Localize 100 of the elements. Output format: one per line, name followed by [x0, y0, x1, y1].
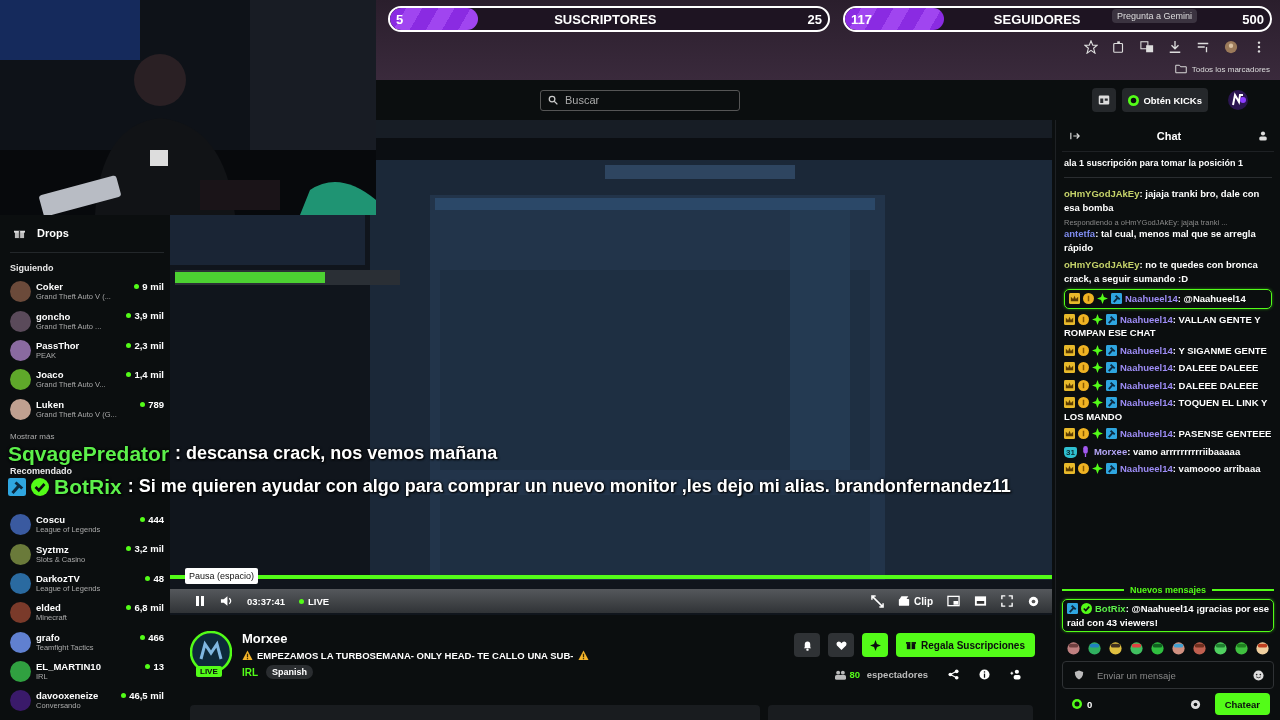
- goal-target: 500: [1242, 11, 1264, 27]
- volume-icon[interactable]: [220, 595, 233, 607]
- stream-time: 03:37:41: [247, 595, 286, 607]
- channel-name[interactable]: elded: [36, 602, 122, 614]
- chat-message: antetfa: tal cual, menos mal que se arregla rápido: [1064, 227, 1257, 254]
- goal-label: SUSCRIPTORES: [554, 11, 657, 27]
- sparkle-icon: [1092, 463, 1103, 474]
- emote-icon[interactable]: [1255, 640, 1270, 655]
- gemini-hint[interactable]: Pregunta a Gemini: [1112, 9, 1198, 23]
- viewer-count: 3,9 mil: [126, 306, 164, 322]
- channel-name[interactable]: DarkozTV: [36, 572, 141, 584]
- chat-message: Naahueel14: Y SIGANME GENTE: [1064, 343, 1272, 357]
- chat-title: Chat: [1156, 129, 1182, 142]
- viewer-count: 9 mil: [134, 277, 164, 292]
- collapse-icon[interactable]: [1070, 130, 1080, 141]
- users-icon[interactable]: [1010, 669, 1021, 680]
- emote-icon[interactable]: [1213, 640, 1228, 655]
- channel-name[interactable]: EL_MARTIN10: [36, 661, 141, 673]
- subscribe-button[interactable]: [862, 633, 889, 657]
- bookmarks-link[interactable]: Todos los marcadores: [1174, 64, 1270, 74]
- channel-avatar[interactable]: [10, 369, 31, 391]
- profile-icon[interactable]: [1224, 40, 1238, 54]
- star-icon[interactable]: [1084, 40, 1098, 54]
- channel-name[interactable]: Coscu: [36, 514, 136, 526]
- channel-name[interactable]: davooxeneize: [36, 690, 117, 702]
- emote-icon[interactable]: [1150, 640, 1165, 655]
- emote-icon[interactable]: [1234, 640, 1249, 655]
- live-badge: LIVE: [196, 666, 222, 677]
- emoji-icon[interactable]: [1253, 669, 1264, 681]
- viewer-count: 789: [140, 394, 164, 410]
- user-avatar[interactable]: [1228, 90, 1248, 110]
- emote-icon[interactable]: [1171, 640, 1186, 655]
- emote-icon[interactable]: [1108, 640, 1123, 655]
- users-icon[interactable]: [1258, 130, 1268, 141]
- viewer-count: 2,3 mil: [126, 335, 164, 351]
- share-icon[interactable]: [948, 669, 959, 680]
- sparkle-icon: [1092, 344, 1103, 356]
- viewer-count: 444: [140, 509, 164, 525]
- kick-coin-icon: [1072, 699, 1082, 709]
- goal-count: 5: [396, 11, 404, 27]
- theater-icon[interactable]: [974, 595, 987, 607]
- channel-name[interactable]: Syztmz: [36, 543, 122, 555]
- hammer-icon: [1106, 313, 1117, 325]
- notifications-button[interactable]: [794, 633, 821, 657]
- viewer-count: 46,5 mil: [121, 686, 164, 702]
- emote-icon[interactable]: [1066, 640, 1081, 655]
- show-more-link[interactable]: Mostrar más: [10, 431, 164, 442]
- extension-icon[interactable]: [1112, 40, 1126, 54]
- category-link[interactable]: IRL: [242, 666, 259, 678]
- sparkle-icon: [869, 639, 881, 651]
- picture-in-picture-icon[interactable]: [947, 595, 960, 607]
- live-indicator: LIVE: [299, 595, 330, 607]
- channel-name[interactable]: Luken: [36, 398, 136, 410]
- sparkle-icon: [1092, 397, 1103, 408]
- crown-icon: [1064, 463, 1075, 474]
- hammer-icon: [1111, 293, 1122, 304]
- translate-icon[interactable]: [1140, 40, 1154, 54]
- crown-icon: [1064, 428, 1075, 439]
- subscriber-badge: 31: [1064, 446, 1077, 458]
- goal-label: SEGUIDORES: [993, 11, 1081, 27]
- send-button[interactable]: Chatear: [1214, 693, 1270, 715]
- message-field[interactable]: Enviar un mensaje: [1062, 661, 1274, 689]
- tooltip: Pausa (espacio): [185, 568, 259, 584]
- emote-icon[interactable]: [1087, 640, 1102, 655]
- channel-avatar[interactable]: [190, 631, 232, 673]
- fullscreen-icon[interactable]: [1001, 595, 1013, 607]
- channel-name[interactable]: Coker: [36, 281, 130, 293]
- viewer-count: 3,2 mil: [126, 539, 164, 555]
- expand-icon[interactable]: [871, 594, 885, 608]
- emote-icon[interactable]: [1129, 640, 1144, 655]
- channel-avatar[interactable]: [10, 398, 31, 420]
- streamer-name[interactable]: Morxee: [242, 631, 785, 646]
- channel-name[interactable]: PassThor: [36, 339, 122, 351]
- channel-name[interactable]: goncho: [36, 310, 122, 322]
- layout-button[interactable]: [1092, 88, 1117, 112]
- drops-link[interactable]: Drops: [10, 222, 164, 244]
- sparkle-icon: [1092, 362, 1103, 373]
- coin-icon: [1078, 397, 1089, 408]
- viewer-count: 80 espectadores: [834, 669, 928, 680]
- gift-subs-button[interactable]: Regala Suscripciones: [896, 633, 1035, 657]
- section-heading: Recomendado: [10, 465, 73, 478]
- channel-name[interactable]: Joaco: [36, 369, 122, 381]
- warning-icon: [577, 650, 589, 661]
- hammer-icon: [1106, 379, 1117, 391]
- tag-chip[interactable]: Spanish: [266, 665, 314, 679]
- follow-button[interactable]: [828, 633, 855, 657]
- channel-avatar[interactable]: [10, 661, 31, 683]
- download-icon[interactable]: [1168, 40, 1182, 54]
- settings-icon[interactable]: [1027, 594, 1040, 608]
- chat-message: oHmYGodJAkEy: jajaja tranki bro, dale con esa bomba: [1064, 187, 1261, 214]
- pause-icon[interactable]: [194, 595, 206, 607]
- channel-name[interactable]: grafo: [36, 631, 136, 643]
- settings-icon[interactable]: [1189, 698, 1201, 710]
- get-kicks-button[interactable]: Obtén KICKs: [1122, 88, 1208, 112]
- viewer-count: 48: [145, 568, 164, 584]
- chat-message: Naahueel14: @Naahueel14: [1064, 289, 1272, 309]
- search-field[interactable]: Buscar: [540, 89, 740, 111]
- coin-icon: [1078, 379, 1089, 391]
- clip-button[interactable]: Clip: [898, 595, 933, 607]
- info-icon[interactable]: [979, 669, 990, 680]
